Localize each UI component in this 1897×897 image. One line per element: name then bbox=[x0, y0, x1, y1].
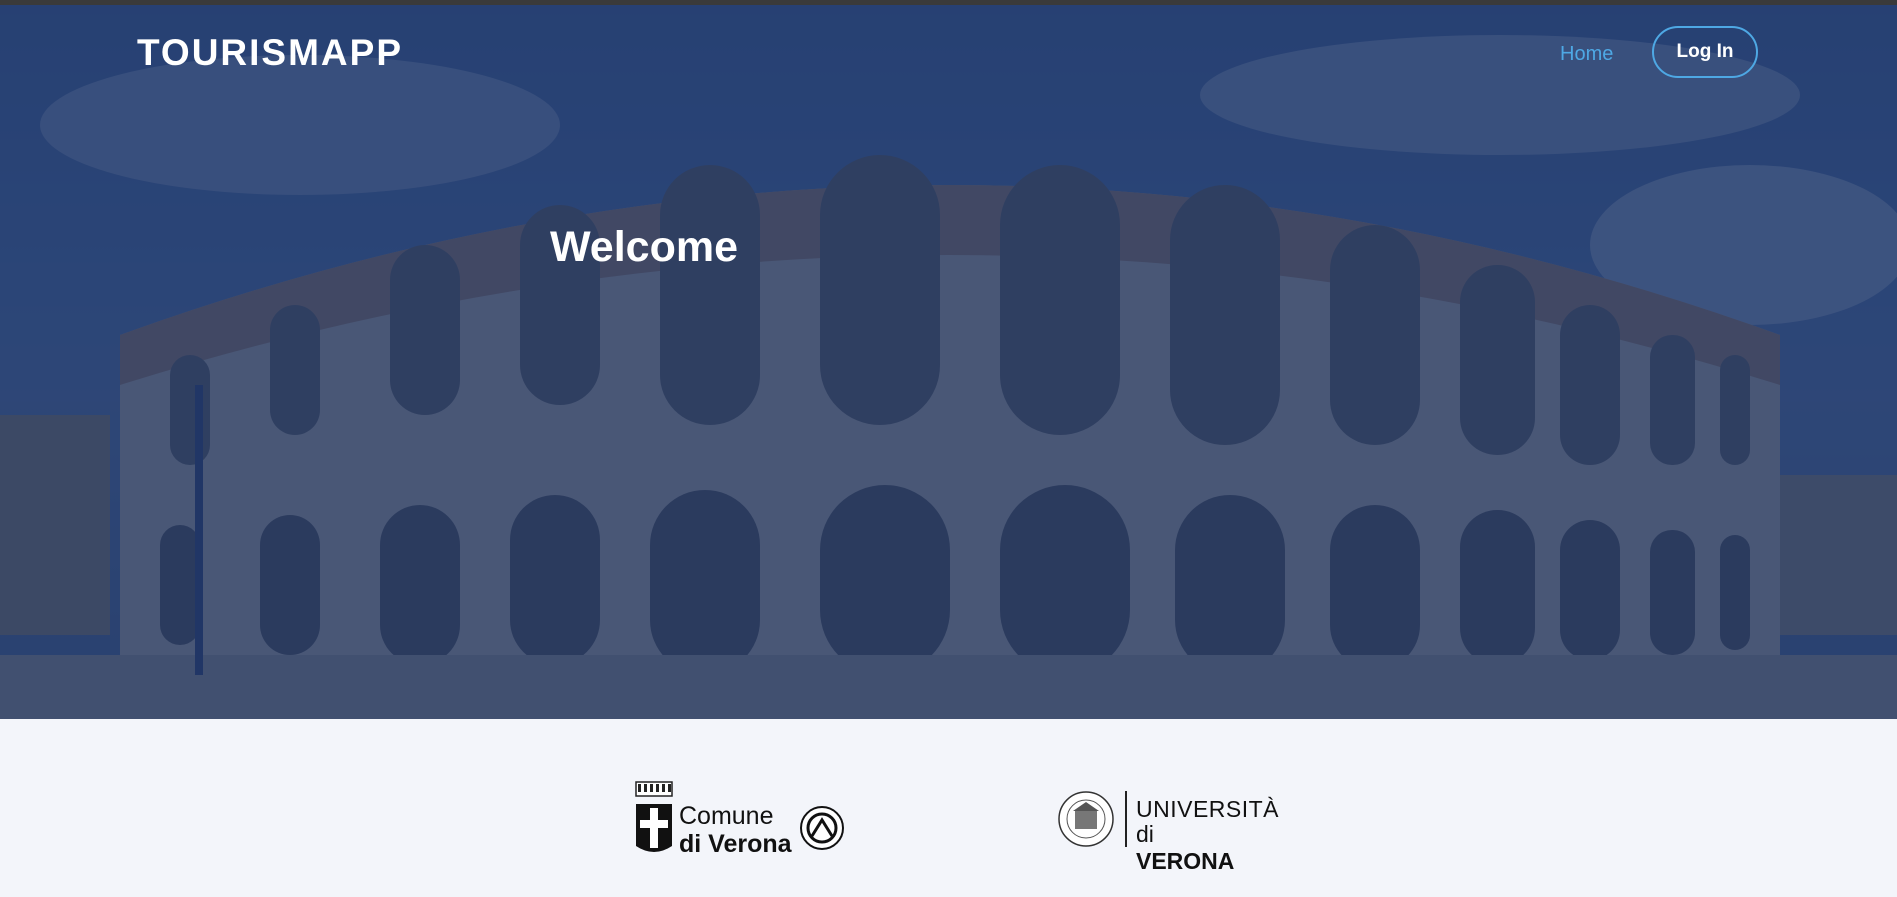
top-navbar: TOURISMAPP Home Log In bbox=[0, 5, 1897, 97]
partner-logos: Comune di Verona UNIVERSITÀ di VERONA bbox=[0, 719, 1897, 897]
comune-line2: di Verona bbox=[679, 830, 792, 858]
univr-bold: VERONA bbox=[1136, 848, 1235, 874]
university-seal-icon bbox=[1058, 791, 1127, 847]
univr-line2: di VERONA bbox=[1136, 821, 1258, 875]
univr-line1: UNIVERSITÀ bbox=[1136, 796, 1280, 822]
hero-dark-overlay bbox=[0, 5, 1897, 719]
nav-home-link[interactable]: Home bbox=[1560, 43, 1613, 66]
comune-di-verona-logo: Comune di Verona bbox=[634, 780, 849, 860]
universita-di-verona-logo: UNIVERSITÀ di VERONA bbox=[1058, 789, 1279, 874]
comune-line1: Comune bbox=[679, 802, 774, 830]
login-button[interactable]: Log In bbox=[1652, 26, 1758, 78]
brand-logo[interactable]: TOURISMAPP bbox=[137, 32, 403, 74]
hero-section: TOURISMAPP Home Log In Welcome bbox=[0, 5, 1897, 719]
univr-prefix: di bbox=[1136, 821, 1154, 847]
hero-title: Welcome bbox=[550, 223, 738, 271]
